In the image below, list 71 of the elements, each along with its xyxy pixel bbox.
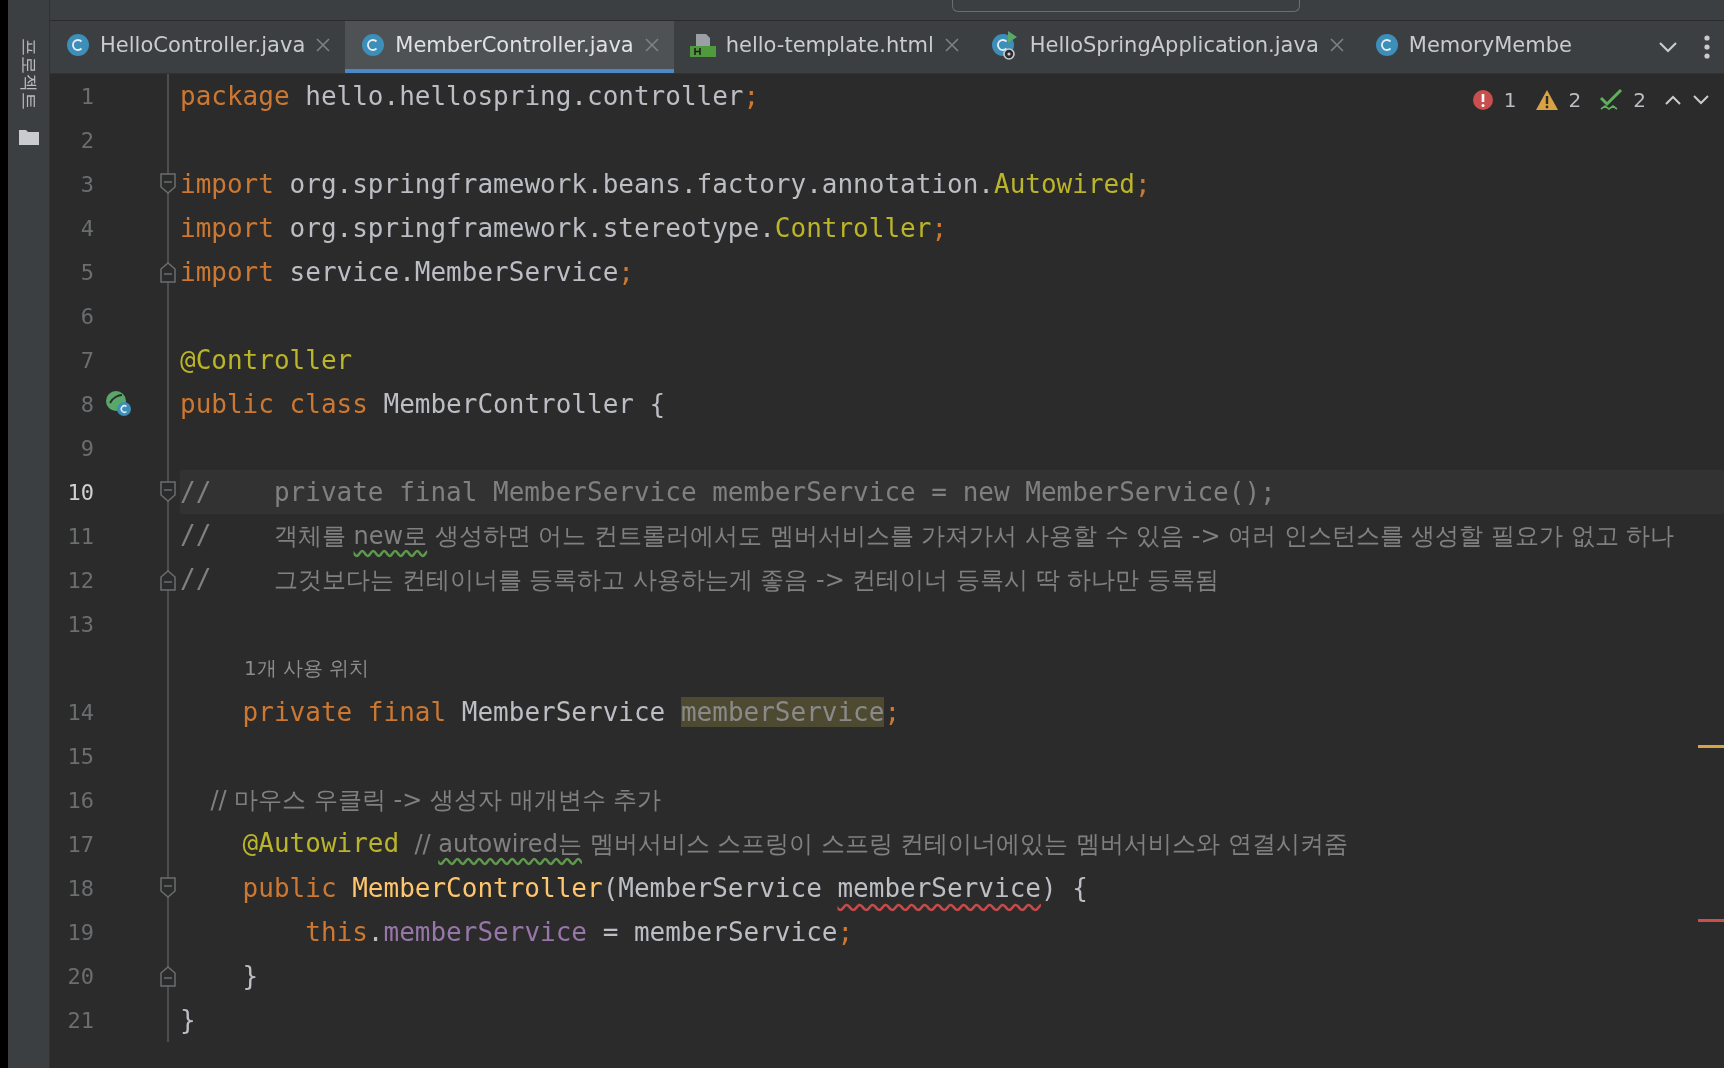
code-line: public class MemberController { xyxy=(180,389,666,419)
line-number: 2 xyxy=(79,127,94,153)
line-number: 1 xyxy=(79,83,94,109)
editor-tab[interactable]: HelloSpringApplication.java xyxy=(973,21,1359,73)
line-number: 11 xyxy=(66,523,94,549)
code-line: } xyxy=(241,961,259,991)
more-icon[interactable] xyxy=(1704,35,1710,59)
line-number: 20 xyxy=(66,963,94,989)
code-line: private final MemberService memberService; xyxy=(241,697,901,727)
error-icon[interactable] xyxy=(1471,89,1494,111)
line-number: 10 xyxy=(66,479,94,505)
class-file-icon xyxy=(1374,33,1399,57)
code-line: @Controller xyxy=(180,345,353,375)
fold-icon[interactable] xyxy=(159,965,177,987)
fold-icon[interactable] xyxy=(159,481,177,503)
line-number: 15 xyxy=(66,743,94,769)
code-line: // 객체를 new로 생성하면 어느 컨트롤러에서도 멤버서비스를 가져가서 사용할 수 있음 -> 여러 인스턴스를 생성할 필요가 없고 하나 xyxy=(180,520,1675,552)
class-file-icon xyxy=(361,33,386,57)
editor-tab[interactable]: HelloController.java xyxy=(50,21,346,73)
run-config-field[interactable] xyxy=(952,0,1300,12)
line-number: 9 xyxy=(79,435,94,461)
html-file-icon xyxy=(689,32,716,58)
weak-warning-count[interactable]: 2 xyxy=(1633,88,1646,112)
line-number: 17 xyxy=(66,831,94,857)
code-line: @Autowired // autowired는 멤버서비스 스프링이 스프링 컨테이너에있는 멤버서비스와 연결시켜줌 xyxy=(241,828,1348,860)
code-line: this.memberService = memberService; xyxy=(304,917,854,947)
close-icon[interactable] xyxy=(1328,37,1345,53)
code-line: public MemberController(MemberService memberService) { xyxy=(241,873,1088,903)
fold-icon[interactable] xyxy=(159,173,177,195)
fold-icon[interactable] xyxy=(159,261,177,283)
line-number: 7 xyxy=(79,347,94,373)
check-icon[interactable] xyxy=(1599,88,1624,112)
code-line: import org.springframework.stereotype.Controller; xyxy=(180,213,948,243)
fold-icon[interactable] xyxy=(159,569,177,591)
chevron-down-icon[interactable] xyxy=(1658,41,1678,53)
chevron-down-icon[interactable] xyxy=(1692,94,1710,106)
editor-tab[interactable]: hello-template.html xyxy=(673,21,974,73)
code-line: import service.MemberService; xyxy=(180,257,634,287)
editor-tab[interactable]: MemoryMembe xyxy=(1358,21,1586,73)
chevron-up-icon[interactable] xyxy=(1664,94,1682,106)
line-number: 8 xyxy=(79,391,94,417)
warning-icon[interactable] xyxy=(1534,89,1559,111)
line-number: 18 xyxy=(66,875,94,901)
editor-tab[interactable]: MemberController.java xyxy=(345,21,674,73)
close-icon[interactable] xyxy=(943,37,960,53)
fold-icon[interactable] xyxy=(159,877,177,899)
line-number: 16 xyxy=(66,787,94,813)
error-count[interactable]: 1 xyxy=(1503,88,1517,112)
line-number: 14 xyxy=(66,699,94,725)
line-number: 4 xyxy=(79,215,94,241)
line-number: 13 xyxy=(66,611,94,637)
code-line: // 마우스 우클릭 -> 생성자 매개변수 추가 xyxy=(209,785,662,816)
warning-count[interactable]: 2 xyxy=(1568,88,1582,112)
usage-hint[interactable]: 1개 사용 위치 xyxy=(244,654,370,682)
code-line: // 그것보다는 컨테이너를 등록하고 사용하는게 좋음 -> 컨테이너 등록시 딱 하나만 등록됨 xyxy=(180,564,1219,596)
project-tool-button[interactable]: 프로젝트 xyxy=(16,38,41,110)
code-line: import org.springframework.beans.factory.annotation.Autowired; xyxy=(180,169,1151,199)
bean-icon[interactable] xyxy=(104,389,134,419)
line-number: 12 xyxy=(66,567,94,593)
class-file-icon xyxy=(66,33,90,57)
line-number: 3 xyxy=(79,171,94,197)
code-line: package hello.hellospring.controller; xyxy=(180,81,760,111)
line-number: 21 xyxy=(66,1007,94,1033)
line-number: 19 xyxy=(66,919,94,945)
close-icon[interactable] xyxy=(315,37,332,53)
code-line: } xyxy=(180,1005,196,1035)
folder-icon[interactable] xyxy=(17,128,40,146)
close-icon[interactable] xyxy=(643,37,660,53)
line-number: 5 xyxy=(79,259,94,285)
line-number: 6 xyxy=(79,303,94,329)
code-line: // private final MemberService memberService = new MemberService(); xyxy=(180,477,1276,507)
